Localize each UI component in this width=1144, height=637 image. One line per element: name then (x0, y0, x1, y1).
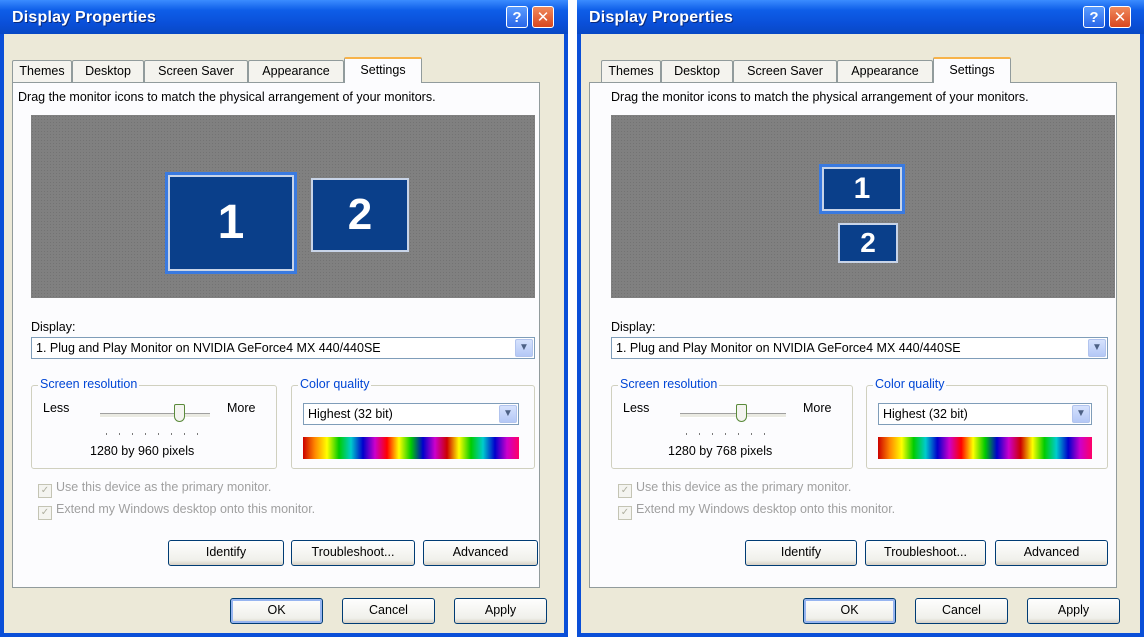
monitor-1-icon[interactable]: 1 (819, 164, 905, 214)
color-quality-select[interactable]: Highest (32 bit) ▼ (878, 403, 1092, 425)
screen-resolution-title: Screen resolution (618, 377, 720, 391)
color-quality-value: Highest (32 bit) (883, 407, 968, 421)
dialog-client-area: Themes Desktop Screen Saver Appearance S… (4, 34, 564, 633)
apply-button[interactable]: Apply (1027, 598, 1120, 624)
cancel-button[interactable]: Cancel (342, 598, 435, 624)
monitor-2-icon[interactable]: 2 (311, 178, 409, 252)
advanced-button[interactable]: Advanced (423, 540, 538, 566)
dialog-client-area: Themes Desktop Screen Saver Appearance S… (581, 34, 1140, 633)
primary-monitor-checkbox: ✓ Use this device as the primary monitor. (38, 480, 271, 498)
chevron-down-icon[interactable]: ▼ (515, 339, 533, 357)
instruction-text: Drag the monitor icons to match the phys… (18, 90, 436, 104)
extend-desktop-label: Extend my Windows desktop onto this moni… (56, 502, 316, 516)
display-select-value: 1. Plug and Play Monitor on NVIDIA GeFor… (36, 341, 381, 355)
tab-settings[interactable]: Settings (933, 57, 1011, 83)
screen-resolution-group: Screen resolution Less More 1280 by 768 … (611, 377, 853, 469)
screen-resolution-title: Screen resolution (38, 377, 140, 391)
resolution-more-label: More (227, 401, 256, 415)
troubleshoot-button[interactable]: Troubleshoot... (865, 540, 986, 566)
ok-button[interactable]: OK (230, 598, 323, 624)
help-icon[interactable]: ? (506, 6, 528, 28)
close-icon[interactable]: ✕ (1109, 6, 1131, 28)
resolution-less-label: Less (623, 401, 650, 415)
advanced-button[interactable]: Advanced (995, 540, 1108, 566)
resolution-more-label: More (803, 401, 832, 415)
tab-screen-saver[interactable]: Screen Saver (733, 60, 837, 82)
monitor-1-icon[interactable]: 1 (165, 172, 297, 274)
chevron-down-icon[interactable]: ▼ (1072, 405, 1090, 423)
color-spectrum-preview (303, 437, 519, 459)
title-bar[interactable]: Display Properties ? ✕ (577, 0, 1144, 34)
primary-monitor-label: Use this device as the primary monitor. (636, 480, 852, 494)
extend-desktop-checkbox: ✓ Extend my Windows desktop onto this mon… (38, 502, 315, 520)
title-bar[interactable]: Display Properties ? ✕ (0, 0, 568, 34)
resolution-slider-thumb[interactable] (736, 404, 747, 422)
display-label: Display: (31, 320, 76, 334)
resolution-value: 1280 by 960 pixels (90, 444, 195, 458)
identify-button[interactable]: Identify (745, 540, 857, 566)
resolution-value: 1280 by 768 pixels (668, 444, 773, 458)
tab-desktop[interactable]: Desktop (661, 60, 733, 82)
chevron-down-icon[interactable]: ▼ (499, 405, 517, 423)
tab-desktop[interactable]: Desktop (72, 60, 144, 82)
tab-themes[interactable]: Themes (12, 60, 72, 82)
color-quality-group: Color quality Highest (32 bit) ▼ (866, 377, 1108, 469)
color-quality-title: Color quality (298, 377, 372, 391)
color-spectrum-preview (878, 437, 1092, 459)
extend-desktop-label: Extend my Windows desktop onto this moni… (636, 502, 896, 516)
tab-appearance[interactable]: Appearance (248, 60, 344, 82)
checkbox-checked-icon: ✓ (38, 484, 52, 498)
chevron-down-icon[interactable]: ▼ (1088, 339, 1106, 357)
help-icon[interactable]: ? (1083, 6, 1105, 28)
resolution-slider-thumb[interactable] (174, 404, 185, 422)
tab-themes[interactable]: Themes (601, 60, 661, 82)
color-quality-select[interactable]: Highest (32 bit) ▼ (303, 403, 519, 425)
resolution-slider-track[interactable] (100, 413, 210, 418)
display-select-value: 1. Plug and Play Monitor on NVIDIA GeFor… (616, 341, 961, 355)
color-quality-title: Color quality (873, 377, 947, 391)
primary-monitor-label: Use this device as the primary monitor. (56, 480, 272, 494)
cancel-button[interactable]: Cancel (915, 598, 1008, 624)
display-select[interactable]: 1. Plug and Play Monitor on NVIDIA GeFor… (31, 337, 535, 359)
checkbox-checked-icon: ✓ (38, 506, 52, 520)
color-quality-value: Highest (32 bit) (308, 407, 393, 421)
apply-button[interactable]: Apply (454, 598, 547, 624)
resolution-slider-track[interactable] (680, 413, 786, 418)
display-select[interactable]: 1. Plug and Play Monitor on NVIDIA GeFor… (611, 337, 1108, 359)
checkbox-checked-icon: ✓ (618, 506, 632, 520)
tab-settings[interactable]: Settings (344, 57, 422, 83)
troubleshoot-button[interactable]: Troubleshoot... (291, 540, 415, 566)
primary-monitor-checkbox: ✓ Use this device as the primary monitor. (618, 480, 851, 498)
resolution-less-label: Less (43, 401, 70, 415)
resolution-slider-ticks (106, 433, 198, 435)
display-properties-window-right: Display Properties ? ✕ Themes Desktop Sc… (577, 0, 1144, 637)
extend-desktop-checkbox: ✓ Extend my Windows desktop onto this mon… (618, 502, 895, 520)
tab-appearance[interactable]: Appearance (837, 60, 933, 82)
screen-resolution-group: Screen resolution Less More 1280 by 960 … (31, 377, 277, 469)
instruction-text: Drag the monitor icons to match the phys… (611, 90, 1029, 104)
color-quality-group: Color quality Highest (32 bit) ▼ (291, 377, 535, 469)
monitor-2-icon[interactable]: 2 (838, 223, 898, 263)
monitor-arrangement-preview[interactable]: 1 2 (31, 115, 535, 298)
identify-button[interactable]: Identify (168, 540, 284, 566)
monitor-arrangement-preview[interactable]: 1 2 (611, 115, 1115, 298)
tab-screen-saver[interactable]: Screen Saver (144, 60, 248, 82)
ok-button[interactable]: OK (803, 598, 896, 624)
window-title: Display Properties (589, 9, 734, 26)
display-properties-window-left: Display Properties ? ✕ Themes Desktop Sc… (0, 0, 568, 637)
display-label: Display: (611, 320, 656, 334)
close-icon[interactable]: ✕ (532, 6, 554, 28)
checkbox-checked-icon: ✓ (618, 484, 632, 498)
window-title: Display Properties (12, 9, 157, 26)
resolution-slider-ticks (686, 433, 776, 435)
